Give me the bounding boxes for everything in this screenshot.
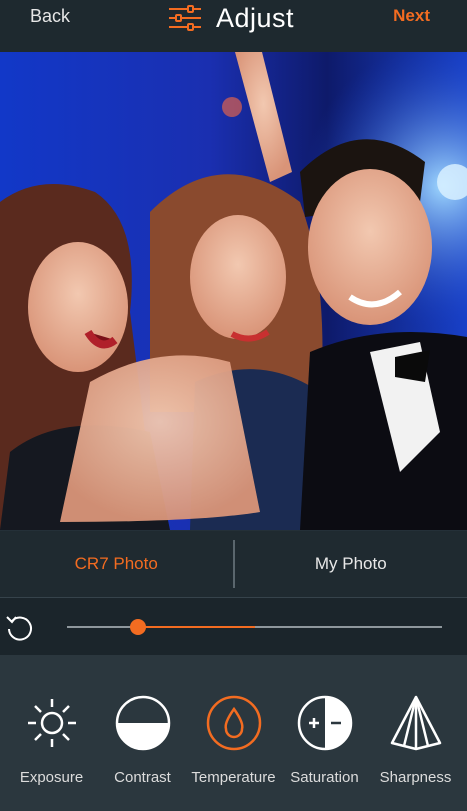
slider-fill [138,626,255,628]
adjust-tools: Exposure Contrast Temperature Saturation [0,655,467,811]
page-title: Adjust [216,2,295,33]
tool-temperature[interactable]: Temperature [188,655,279,811]
contrast-icon [115,695,170,751]
tool-exposure[interactable]: Exposure [6,655,97,811]
tool-label: Sharpness [379,769,452,786]
tool-label: Exposure [19,769,84,786]
tool-contrast[interactable]: Contrast [97,655,188,811]
tool-saturation[interactable]: Saturation [279,655,370,811]
title-group: Adjust [168,2,294,34]
photo-image [0,52,467,530]
next-button[interactable]: Next [393,6,430,26]
saturation-icon [297,695,352,751]
slider-thumb[interactable] [130,619,147,635]
pyramid-icon [390,695,441,751]
adjust-slider-row [0,597,467,656]
drop-icon [206,695,261,751]
slider-track[interactable] [67,619,442,635]
tool-label: Temperature [191,769,276,786]
reset-icon[interactable] [4,612,34,642]
tab-cr7-photo[interactable]: CR7 Photo [0,531,233,597]
tool-sharpness[interactable]: Sharpness [370,655,461,811]
top-bar: Back Adjust Next [0,0,467,52]
back-button[interactable]: Back [30,6,70,27]
adjust-sliders-icon [169,5,201,31]
tab-my-photo[interactable]: My Photo [235,531,467,597]
tool-label: Contrast [114,769,171,786]
photo-preview [0,52,467,530]
tool-label: Saturation [290,769,359,786]
photo-tabs: CR7 Photo My Photo [0,531,467,597]
sun-icon [27,699,76,747]
